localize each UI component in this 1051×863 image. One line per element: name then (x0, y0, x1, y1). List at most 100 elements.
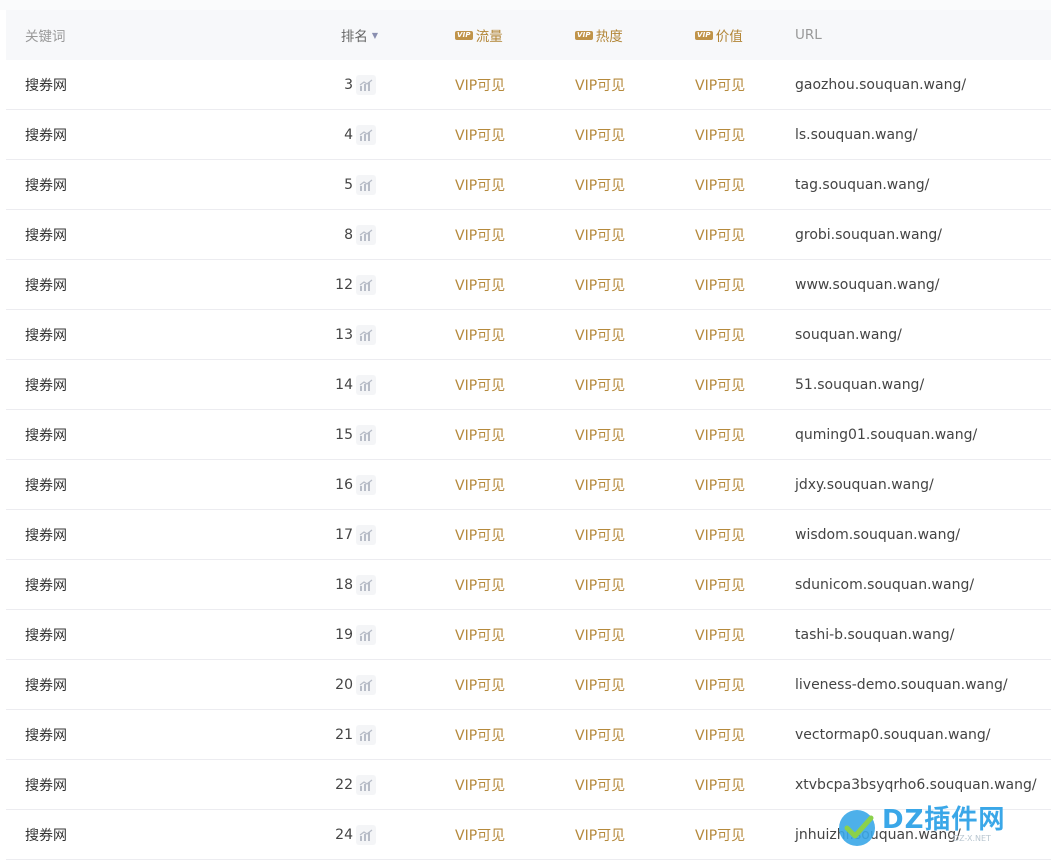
flow-cell[interactable]: VIP可见 (455, 60, 505, 109)
flow-cell[interactable]: VIP可见 (455, 610, 505, 659)
value-cell[interactable]: VIP可见 (695, 610, 745, 659)
flow-cell[interactable]: VIP可见 (455, 260, 505, 309)
value-cell[interactable]: VIP可见 (695, 360, 745, 409)
trend-chart-icon[interactable] (356, 574, 376, 595)
heat-cell[interactable]: VIP可见 (575, 560, 625, 609)
flow-cell[interactable]: VIP可见 (455, 410, 505, 459)
trend-chart-icon[interactable] (356, 824, 376, 845)
rank-value: 17 (335, 526, 353, 543)
rank-cell: 19 (286, 610, 376, 659)
heat-cell[interactable]: VIP可见 (575, 710, 625, 759)
flow-cell[interactable]: VIP可见 (455, 210, 505, 259)
flow-cell[interactable]: VIP可见 (455, 810, 505, 859)
keyword-cell: 搜券网 (25, 227, 67, 244)
table-row: 搜券网 16 VIP可见 VIP可见 VIP可见 jdxy.souquan.wang/ (6, 460, 1051, 510)
url-link[interactable]: grobi.souquan.wang/ (795, 210, 942, 259)
url-link[interactable]: souquan.wang/ (795, 310, 902, 359)
trend-chart-icon[interactable] (356, 524, 376, 545)
trend-chart-icon[interactable] (356, 174, 376, 195)
value-cell[interactable]: VIP可见 (695, 210, 745, 259)
heat-cell[interactable]: VIP可见 (575, 160, 625, 209)
flow-cell[interactable]: VIP可见 (455, 560, 505, 609)
value-cell[interactable]: VIP可见 (695, 260, 745, 309)
heat-cell[interactable]: VIP可见 (575, 460, 625, 509)
vip-badge-icon: VIP (455, 30, 473, 40)
flow-cell[interactable]: VIP可见 (455, 710, 505, 759)
value-cell[interactable]: VIP可见 (695, 60, 745, 109)
heat-cell[interactable]: VIP可见 (575, 410, 625, 459)
value-cell[interactable]: VIP可见 (695, 810, 745, 859)
value-cell[interactable]: VIP可见 (695, 410, 745, 459)
rank-cell: 13 (286, 310, 376, 359)
url-link[interactable]: liveness-demo.souquan.wang/ (795, 660, 1008, 709)
flow-cell[interactable]: VIP可见 (455, 160, 505, 209)
url-link[interactable]: sdunicom.souquan.wang/ (795, 560, 974, 609)
header-rank-label: 排名 (340, 29, 368, 45)
heat-cell[interactable]: VIP可见 (575, 610, 625, 659)
header-rank-sort[interactable]: 排名 ▼ (286, 10, 378, 60)
url-link[interactable]: wisdom.souquan.wang/ (795, 510, 960, 559)
flow-cell[interactable]: VIP可见 (455, 660, 505, 709)
heat-cell[interactable]: VIP可见 (575, 310, 625, 359)
rank-value: 16 (335, 476, 353, 493)
table-row: 搜券网 19 VIP可见 VIP可见 VIP可见 tashi-b.souquan.wang… (6, 610, 1051, 660)
header-heat: VIP 热度 (575, 10, 623, 60)
url-link[interactable]: 51.souquan.wang/ (795, 360, 924, 409)
header-heat-label: 热度 (595, 29, 623, 45)
heat-cell[interactable]: VIP可见 (575, 510, 625, 559)
heat-cell[interactable]: VIP可见 (575, 360, 625, 409)
header-flow-label: 流量 (475, 29, 503, 45)
flow-cell[interactable]: VIP可见 (455, 760, 505, 809)
trend-chart-icon[interactable] (356, 674, 376, 695)
heat-cell[interactable]: VIP可见 (575, 810, 625, 859)
trend-chart-icon[interactable] (356, 374, 376, 395)
flow-cell[interactable]: VIP可见 (455, 110, 505, 159)
value-cell[interactable]: VIP可见 (695, 460, 745, 509)
keyword-cell: 搜券网 (25, 527, 67, 544)
url-link[interactable]: www.souquan.wang/ (795, 260, 939, 309)
trend-chart-icon[interactable] (356, 324, 376, 345)
value-cell[interactable]: VIP可见 (695, 310, 745, 359)
value-cell[interactable]: VIP可见 (695, 710, 745, 759)
vip-badge-icon: VIP (575, 30, 593, 40)
url-link[interactable]: jdxy.souquan.wang/ (795, 460, 934, 509)
value-cell[interactable]: VIP可见 (695, 660, 745, 709)
table-row: 搜券网 3 VIP可见 VIP可见 VIP可见 gaozhou.souquan.wang/ (6, 60, 1051, 110)
flow-cell[interactable]: VIP可见 (455, 510, 505, 559)
trend-chart-icon[interactable] (356, 474, 376, 495)
table-row: 搜券网 8 VIP可见 VIP可见 VIP可见 grobi.souquan.wang/ (6, 210, 1051, 260)
trend-chart-icon[interactable] (356, 724, 376, 745)
url-link[interactable]: quming01.souquan.wang/ (795, 410, 977, 459)
trend-chart-icon[interactable] (356, 74, 376, 95)
trend-chart-icon[interactable] (356, 624, 376, 645)
value-cell[interactable]: VIP可见 (695, 110, 745, 159)
url-link[interactable]: ls.souquan.wang/ (795, 110, 918, 159)
heat-cell[interactable]: VIP可见 (575, 210, 625, 259)
value-cell[interactable]: VIP可见 (695, 760, 745, 809)
url-link[interactable]: tag.souquan.wang/ (795, 160, 929, 209)
flow-cell[interactable]: VIP可见 (455, 360, 505, 409)
url-link[interactable]: gaozhou.souquan.wang/ (795, 60, 966, 109)
trend-chart-icon[interactable] (356, 424, 376, 445)
heat-cell[interactable]: VIP可见 (575, 260, 625, 309)
value-cell[interactable]: VIP可见 (695, 160, 745, 209)
url-link[interactable]: vectormap0.souquan.wang/ (795, 710, 991, 759)
value-cell[interactable]: VIP可见 (695, 510, 745, 559)
rank-cell: 4 (286, 110, 376, 159)
table-row: 搜券网 4 VIP可见 VIP可见 VIP可见 ls.souquan.wang/ (6, 110, 1051, 160)
value-cell[interactable]: VIP可见 (695, 560, 745, 609)
heat-cell[interactable]: VIP可见 (575, 760, 625, 809)
sort-down-icon[interactable]: ▼ (372, 31, 378, 40)
trend-chart-icon[interactable] (356, 774, 376, 795)
flow-cell[interactable]: VIP可见 (455, 460, 505, 509)
heat-cell[interactable]: VIP可见 (575, 660, 625, 709)
table-row: 搜券网 14 VIP可见 VIP可见 VIP可见 51.souquan.wang/ (6, 360, 1051, 410)
url-link[interactable]: tashi-b.souquan.wang/ (795, 610, 954, 659)
heat-cell[interactable]: VIP可见 (575, 60, 625, 109)
heat-cell[interactable]: VIP可见 (575, 110, 625, 159)
trend-chart-icon[interactable] (356, 124, 376, 145)
rank-value: 19 (335, 626, 353, 643)
trend-chart-icon[interactable] (356, 224, 376, 245)
trend-chart-icon[interactable] (356, 274, 376, 295)
flow-cell[interactable]: VIP可见 (455, 310, 505, 359)
